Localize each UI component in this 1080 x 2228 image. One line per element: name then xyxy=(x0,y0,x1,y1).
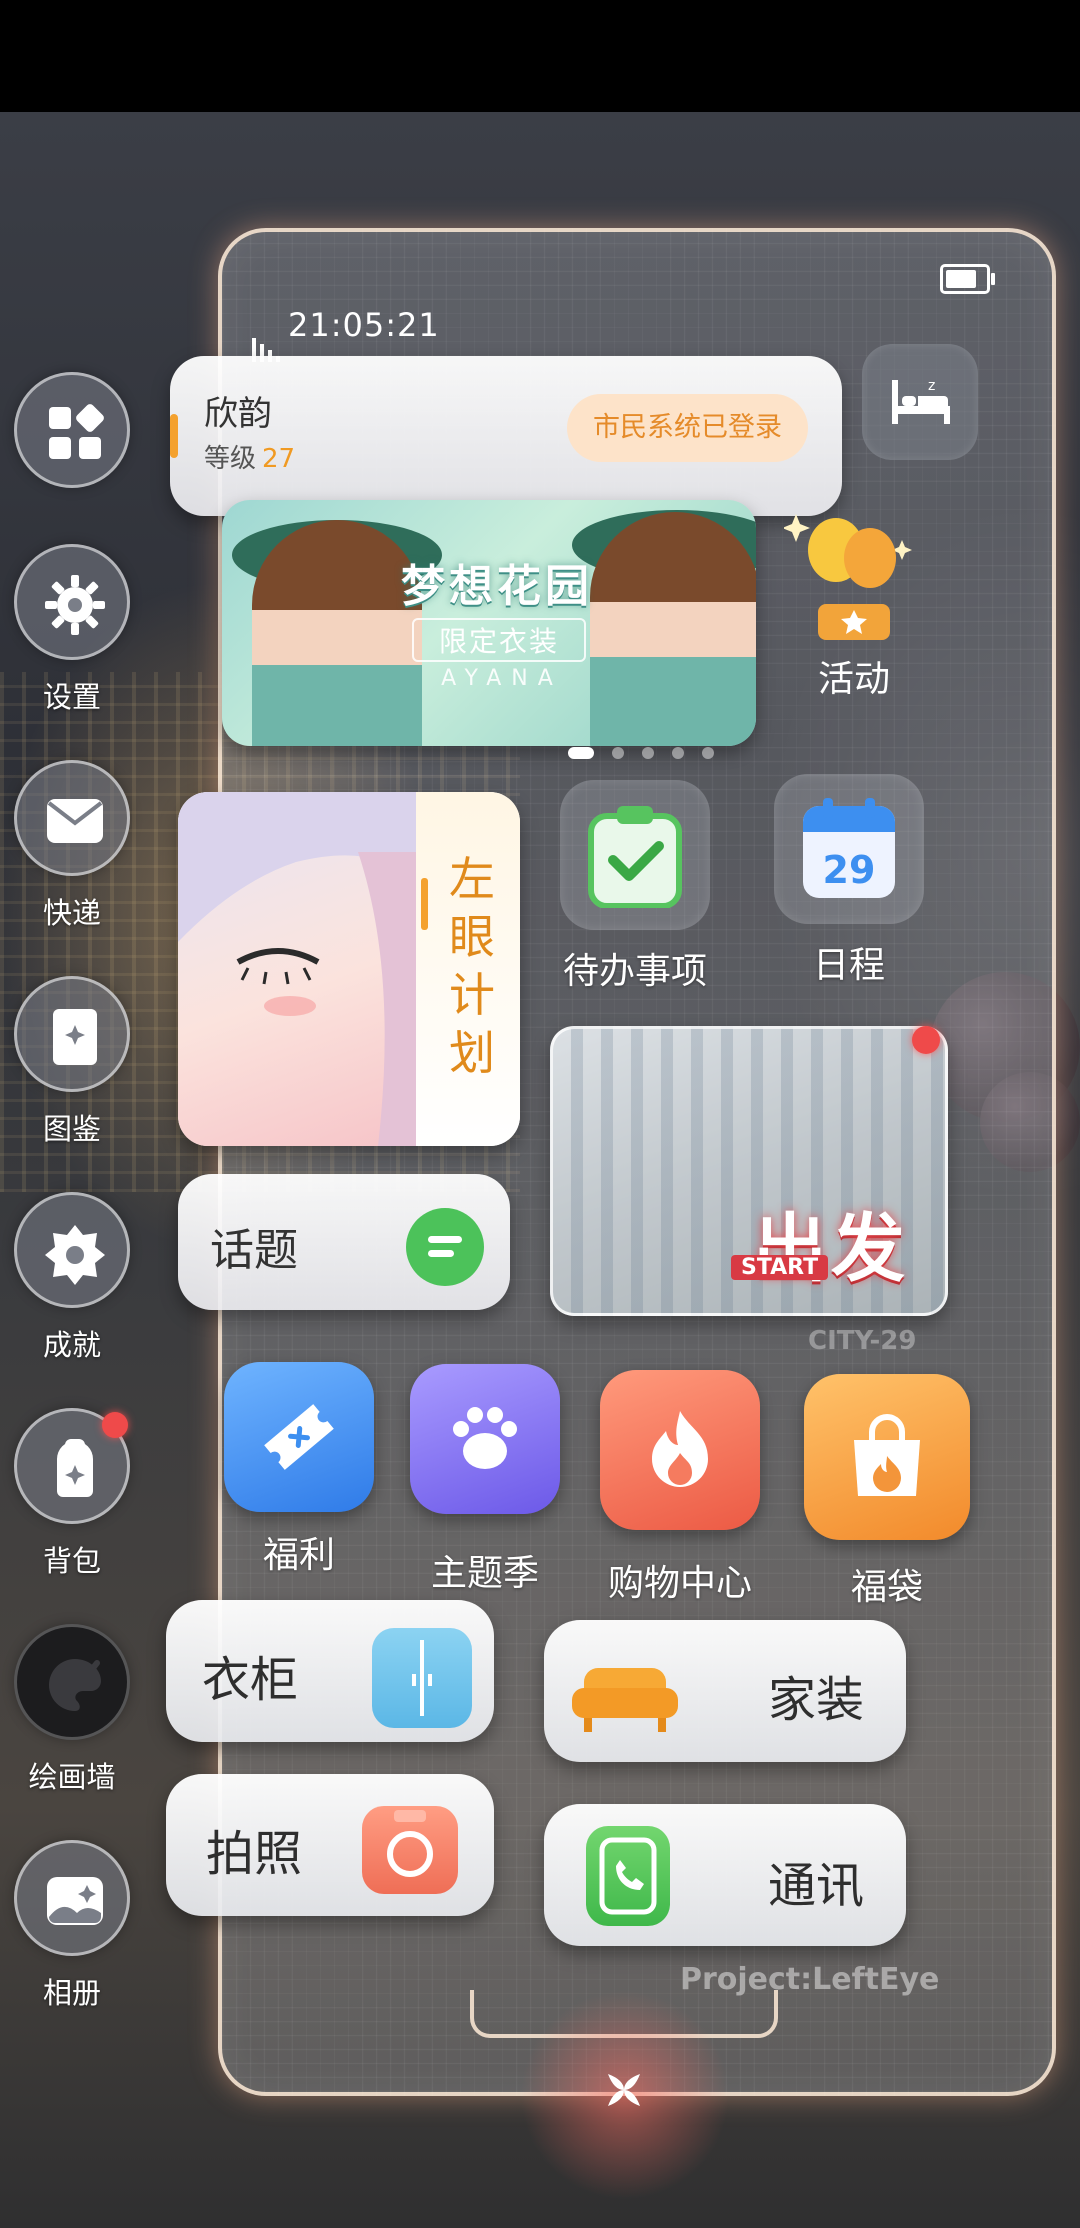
lucky-bag-label: 福袋 xyxy=(850,1567,923,1608)
todo-label: 待办事项 xyxy=(562,951,707,992)
shopping-center-label: 购物中心 xyxy=(607,1563,752,1604)
left-eye-plan-card[interactable]: 左眼计划 xyxy=(178,792,520,1146)
banner-brand: AYANA xyxy=(441,666,563,691)
sidebar-item-encyclopedia[interactable]: 图鉴 xyxy=(14,976,130,1146)
shopping-bag-icon xyxy=(854,1414,920,1496)
flame-icon xyxy=(652,1411,708,1487)
close-x-icon xyxy=(608,2074,640,2106)
sidebar-label: 图鉴 xyxy=(42,1112,101,1146)
sofa-icon xyxy=(570,1648,678,1740)
sidebar-item-apps[interactable] xyxy=(14,372,130,502)
sidebar-item-backpack[interactable]: 背包 xyxy=(14,1408,130,1578)
balloons-icon xyxy=(782,514,912,640)
sidebar-label: 设置 xyxy=(42,680,101,714)
lucky-bag-app[interactable] xyxy=(804,1374,970,1540)
clock: 21:05:21 xyxy=(288,306,440,344)
todo-app[interactable] xyxy=(560,780,710,930)
contacts-label: 通讯 xyxy=(767,1858,864,1914)
sleep-button[interactable]: z xyxy=(862,344,978,460)
bed-icon: z xyxy=(892,378,950,424)
mail-icon xyxy=(14,760,130,876)
project-watermark: Project:LeftEye xyxy=(680,1962,940,1997)
profile-accent-bar xyxy=(170,414,178,458)
backpack-badge xyxy=(102,1412,128,1438)
close-button[interactable] xyxy=(594,2060,654,2120)
page-dot[interactable] xyxy=(702,746,714,759)
camera-icon xyxy=(362,1806,458,1894)
wardrobe-icon xyxy=(372,1628,472,1728)
sidebar-label: 绘画墙 xyxy=(28,1760,116,1794)
character-portrait xyxy=(178,792,416,1146)
home-decor-button[interactable]: 家装 xyxy=(544,1620,906,1762)
system-status-area xyxy=(0,0,1080,112)
clipboard-check-icon xyxy=(588,806,682,908)
page-dot[interactable] xyxy=(642,746,654,759)
shopping-center-app[interactable] xyxy=(600,1370,760,1530)
medal-icon xyxy=(14,1192,130,1308)
promo-banner[interactable]: 梦想花园 限定衣装 AYANA xyxy=(222,500,756,746)
apps-grid-icon xyxy=(14,372,130,488)
home-decor-label: 家装 xyxy=(767,1672,864,1728)
topic-button[interactable]: 话题 xyxy=(178,1174,510,1310)
theme-season-app[interactable] xyxy=(410,1364,560,1514)
calendar-app[interactable]: 29 xyxy=(774,774,924,924)
paw-icon xyxy=(453,1407,517,1469)
sidebar-label: 成就 xyxy=(42,1328,101,1362)
calendar-label: 日程 xyxy=(812,945,885,986)
welfare-app[interactable] xyxy=(224,1362,374,1512)
start-label: START xyxy=(731,1255,829,1280)
notification-dot xyxy=(912,1026,940,1054)
sidebar-item-drawing-wall[interactable]: 绘画墙 xyxy=(14,1624,130,1794)
banner-subtitle: 限定衣装 xyxy=(412,618,586,662)
banner-pagination xyxy=(568,742,732,759)
page-dot[interactable] xyxy=(672,746,684,759)
battery-icon xyxy=(940,264,995,294)
sidebar-label: 相册 xyxy=(42,1976,101,2010)
start-city-card[interactable]: 出发 START xyxy=(550,1026,948,1316)
camera-label: 拍照 xyxy=(206,1826,303,1882)
book-icon xyxy=(14,976,130,1092)
page-dot[interactable] xyxy=(612,746,624,759)
banner-title: 梦想花园 xyxy=(401,561,593,612)
sidebar-item-album[interactable]: 相册 xyxy=(14,1840,130,2010)
ticket-icon xyxy=(264,1404,334,1470)
contacts-button[interactable]: 通讯 xyxy=(544,1804,906,1946)
plan-accent-bar xyxy=(421,878,428,930)
calendar-date: 29 xyxy=(822,848,876,892)
activity-label: 活动 xyxy=(817,659,890,700)
page-dot-active[interactable] xyxy=(568,746,594,759)
welfare-label: 福利 xyxy=(262,1535,335,1576)
camera-button[interactable]: 拍照 xyxy=(166,1774,494,1916)
wardrobe-button[interactable]: 衣柜 xyxy=(166,1600,494,1742)
profile-level: 等级 27 xyxy=(204,444,296,474)
svg-text:z: z xyxy=(928,378,935,394)
plan-title: 左眼计划 xyxy=(449,852,495,1080)
topic-label: 话题 xyxy=(210,1225,298,1276)
sidebar-label: 快递 xyxy=(42,896,101,930)
album-icon xyxy=(14,1840,130,1956)
banner-character-right xyxy=(590,512,756,746)
level-value: 27 xyxy=(262,444,296,474)
activity-button[interactable]: 活动 xyxy=(782,500,924,700)
login-status-badge: 市民系统已登录 xyxy=(567,394,808,462)
sidebar-item-settings[interactable]: 设置 xyxy=(14,544,130,714)
gear-icon xyxy=(14,544,130,660)
sidebar-item-delivery[interactable]: 快递 xyxy=(14,760,130,930)
sidebar-label: 背包 xyxy=(42,1544,101,1578)
profile-name: 欣韵 xyxy=(204,394,272,434)
city-watermark: CITY-29 xyxy=(808,1326,917,1356)
profile-card[interactable]: 欣韵 等级 27 市民系统已登录 xyxy=(170,356,842,516)
phone-icon xyxy=(586,1826,670,1926)
palette-icon xyxy=(14,1624,130,1740)
sidebar-item-achievements[interactable]: 成就 xyxy=(14,1192,130,1362)
wardrobe-label: 衣柜 xyxy=(202,1652,299,1708)
chat-icon xyxy=(406,1208,484,1286)
theme-season-label: 主题季 xyxy=(430,1553,539,1594)
